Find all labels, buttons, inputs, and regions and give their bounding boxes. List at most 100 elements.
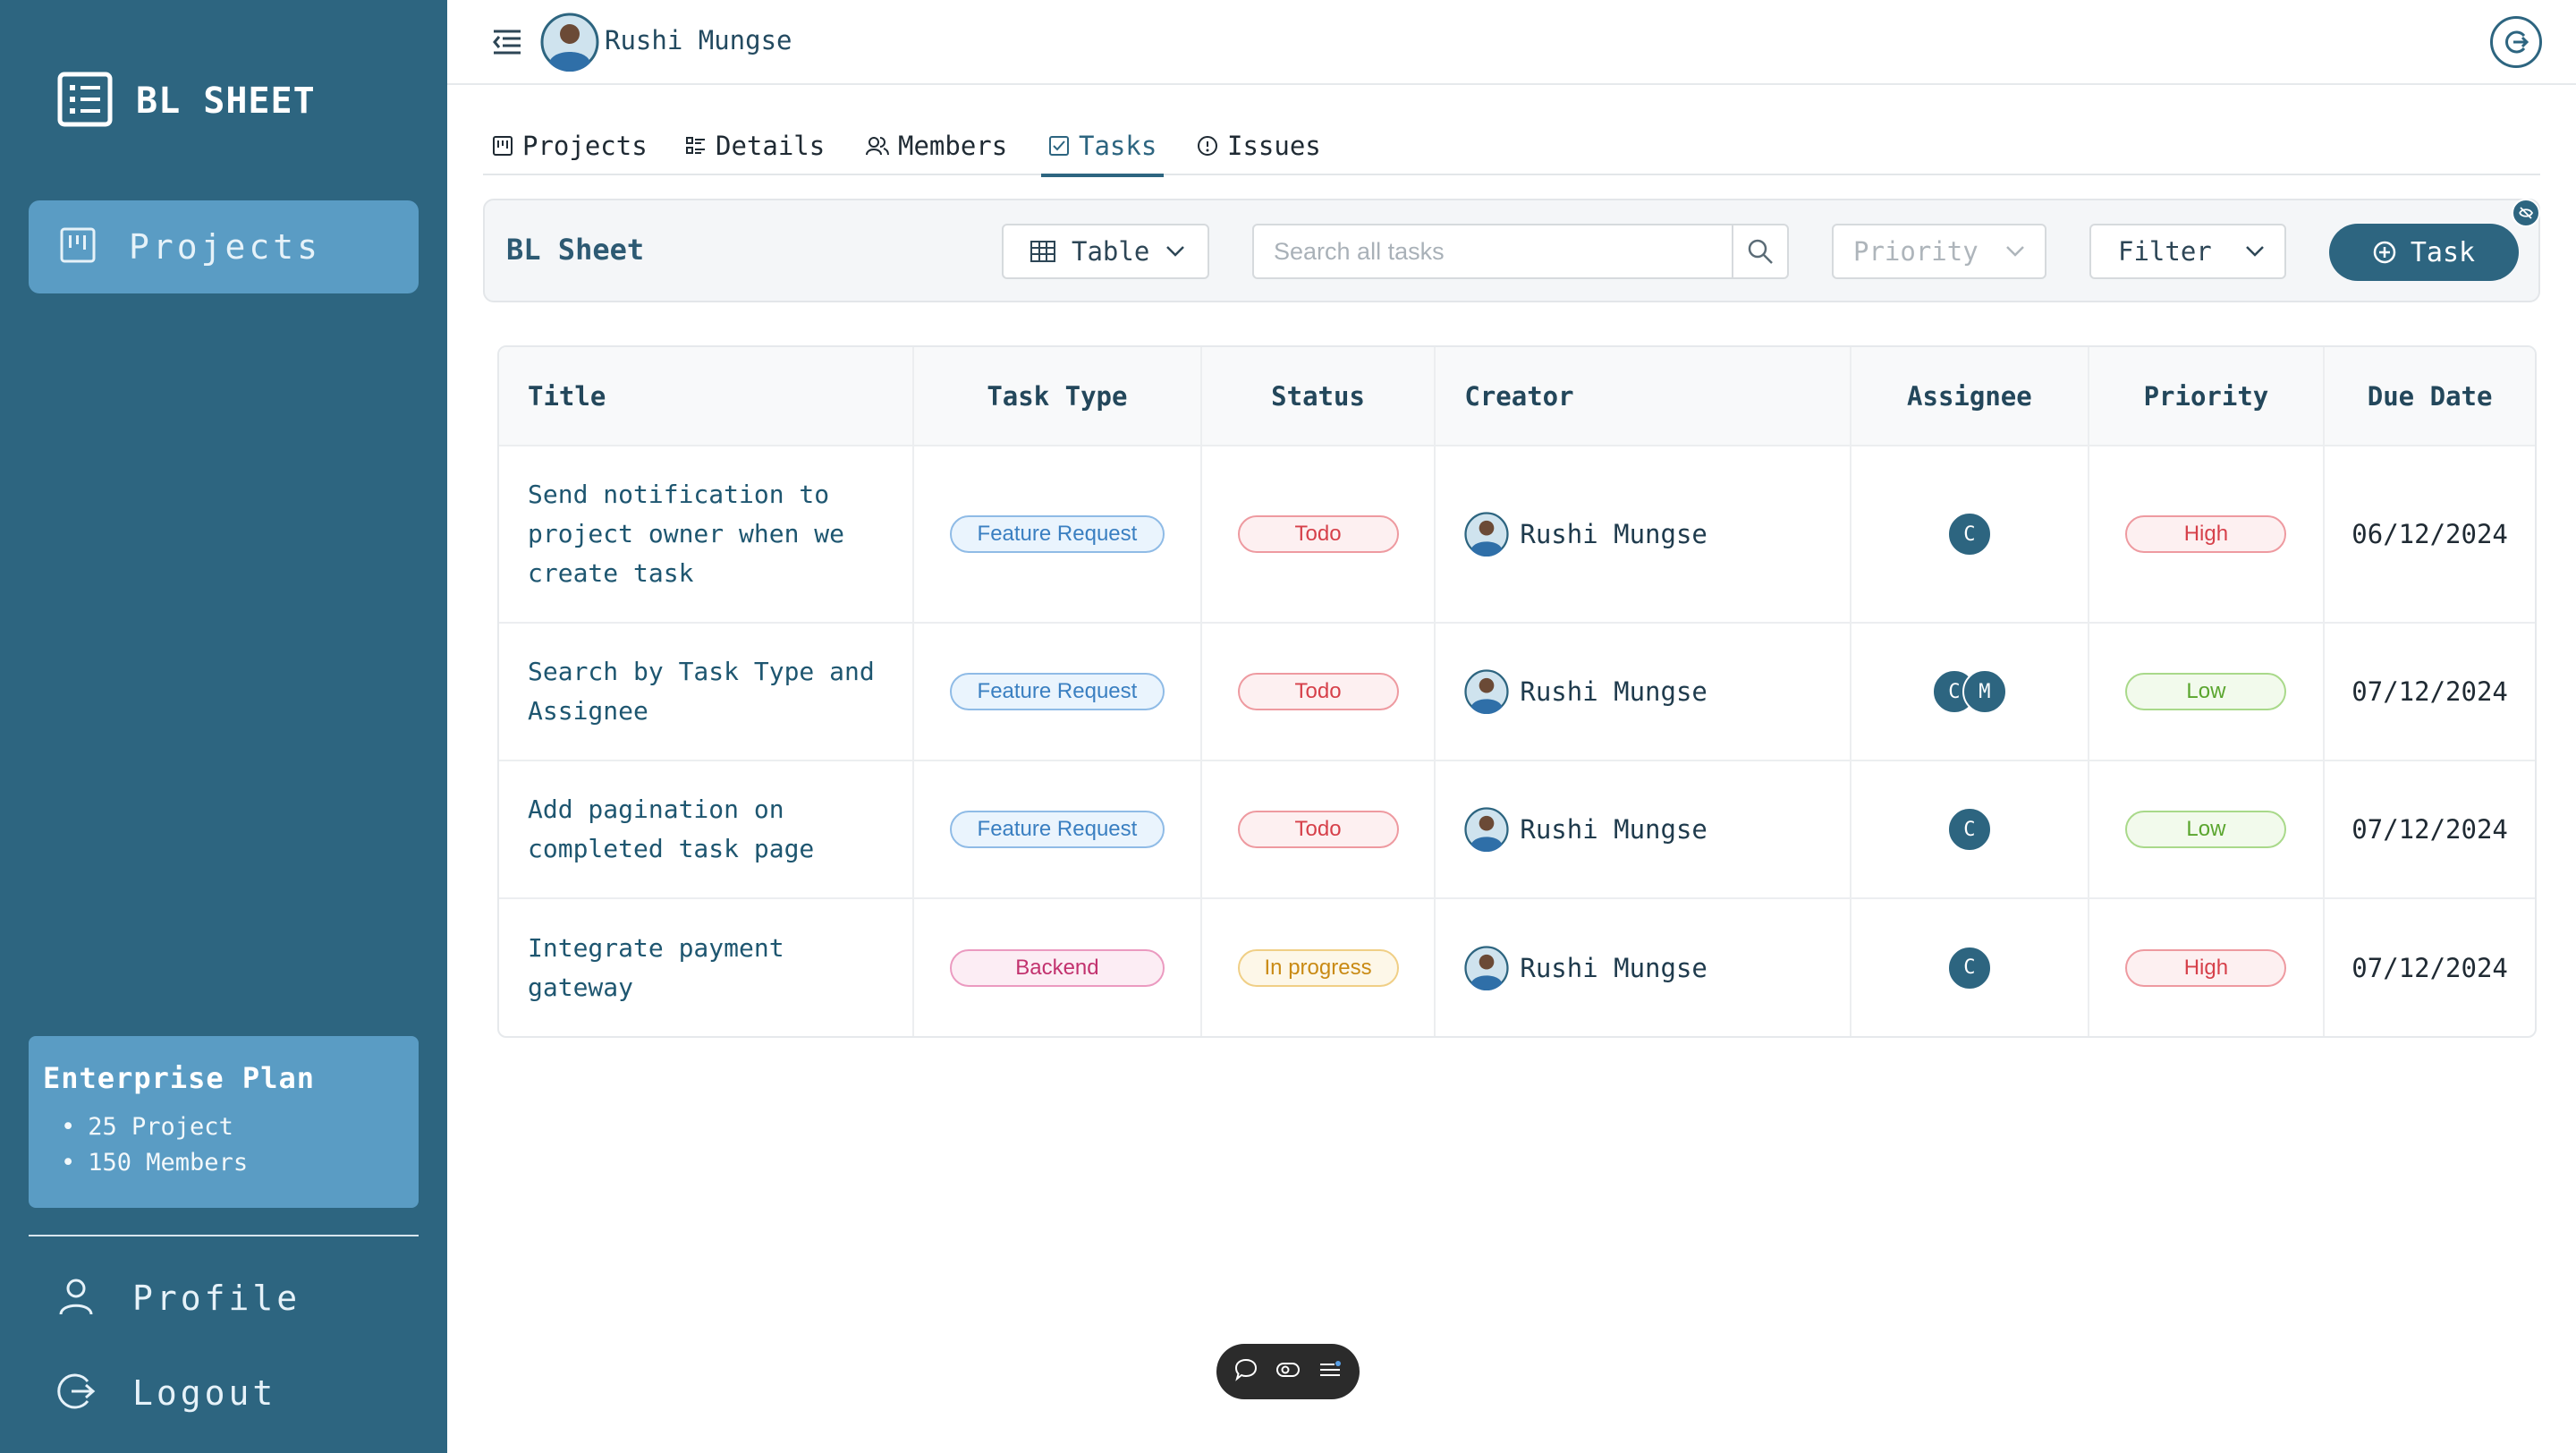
creator: Rushi Mungse [1436, 945, 1850, 990]
floating-toolbar [1216, 1344, 1360, 1399]
sidebar-item-projects[interactable]: Projects [29, 200, 419, 293]
chevron-down-icon [2246, 246, 2264, 257]
sidebar-item-profile[interactable]: Profile [55, 1276, 301, 1321]
members-icon [866, 137, 889, 156]
task-title[interactable]: Search by Task Type and Assignee [499, 622, 915, 760]
tab-issues[interactable]: Issues [1197, 125, 1321, 166]
creator-avatar [1464, 807, 1509, 852]
table-row[interactable]: Send notification to project owner when … [499, 445, 2535, 623]
task-title[interactable]: Add pagination on completed task page [499, 760, 915, 898]
table-header-row: Title Task Type Status Creator Assignee … [499, 347, 2535, 446]
tasks-table: Title Task Type Status Creator Assignee … [497, 345, 2537, 1038]
list-icon[interactable] [1318, 1357, 1343, 1386]
tab-label: Issues [1227, 131, 1321, 161]
tab-details[interactable]: Details [685, 125, 825, 166]
status-badge: Todo [1237, 811, 1399, 848]
brand: BL SHEET [57, 72, 316, 131]
details-icon [686, 137, 705, 154]
assignee-avatar[interactable]: C [1946, 807, 1992, 852]
creator-avatar [1464, 512, 1509, 557]
chevron-down-icon [1166, 246, 1185, 257]
creator-avatar [1464, 669, 1509, 714]
creator-avatar [1464, 945, 1509, 990]
creator-name: Rushi Mungse [1520, 952, 1707, 983]
tab-label: Details [716, 131, 826, 161]
logout-icon [55, 1371, 97, 1415]
sheet-logo-icon [57, 72, 113, 131]
view-select[interactable]: Table [1002, 224, 1209, 279]
brand-title: BL SHEET [136, 81, 316, 122]
logout-icon [2505, 30, 2529, 54]
plan-feature: 25 Project [61, 1109, 404, 1145]
column-header-creator: Creator [1435, 347, 1852, 446]
menu-collapse-icon[interactable] [490, 25, 524, 63]
logout-button[interactable] [2490, 16, 2542, 68]
priority-select[interactable]: Priority [1832, 224, 2046, 279]
add-task-button[interactable]: Task [2329, 224, 2519, 281]
table-row[interactable]: Add pagination on completed task page Fe… [499, 760, 2535, 898]
filter-select-label: Filter [2118, 236, 2212, 267]
sidebar-item-label: Logout [132, 1373, 277, 1413]
user-name: Rushi Mungse [605, 25, 792, 55]
task-type-badge: Backend [949, 948, 1165, 987]
search-button[interactable] [1732, 225, 1787, 277]
assignee-avatar[interactable]: C [1946, 945, 1992, 990]
task-toolbar: BL Sheet Table Priority Filter Task [483, 199, 2540, 302]
add-task-label: Task [2410, 236, 2476, 268]
plan-title: Enterprise Plan [43, 1061, 315, 1095]
plan-feature: 150 Members [61, 1145, 404, 1181]
due-date: 07/12/2024 [2324, 897, 2535, 1036]
plan-features: 25 Project 150 Members [43, 1109, 404, 1181]
tab-members[interactable]: Members [866, 125, 1007, 166]
tab-tasks[interactable]: Tasks [1040, 125, 1165, 177]
tab-projects[interactable]: Projects [492, 125, 648, 166]
status-badge: Todo [1237, 515, 1399, 553]
sidebar: BL SHEET Projects Enterprise Plan 25 Pro… [0, 0, 447, 1453]
status-badge: In progress [1237, 948, 1399, 987]
eye-off-icon [2519, 207, 2534, 219]
plus-circle-icon [2373, 241, 2396, 264]
column-header-task-type: Task Type [913, 347, 1202, 446]
creator: Rushi Mungse [1436, 669, 1850, 714]
assignee-avatar[interactable]: M [1962, 669, 2007, 714]
column-header-due-date: Due Date [2324, 347, 2535, 446]
hide-badge[interactable] [2512, 199, 2540, 227]
creator-name: Rushi Mungse [1520, 676, 1707, 707]
view-select-label: Table [1072, 236, 1150, 267]
plan-card: Enterprise Plan 25 Project 150 Members [29, 1036, 419, 1208]
comment-icon[interactable] [1233, 1357, 1258, 1386]
checkbox-icon [1049, 136, 1069, 156]
filter-select[interactable]: Filter [2089, 224, 2286, 279]
column-header-status: Status [1200, 347, 1436, 446]
priority-badge: High [2125, 948, 2287, 987]
topbar: Rushi Mungse [447, 0, 2576, 85]
toggle-icon[interactable] [1275, 1357, 1301, 1386]
table-row[interactable]: Search by Task Type and Assignee Feature… [499, 622, 2535, 760]
task-title[interactable]: Integrate payment gateway [499, 897, 915, 1036]
table-row[interactable]: Integrate payment gateway Backend In pro… [499, 897, 2535, 1036]
task-type-badge: Feature Request [949, 673, 1165, 710]
task-title[interactable]: Send notification to project owner when … [499, 445, 915, 623]
column-header-title: Title [499, 347, 915, 446]
status-badge: Todo [1237, 673, 1399, 710]
priority-badge: Low [2125, 811, 2287, 848]
search-box [1252, 224, 1789, 279]
task-type-badge: Feature Request [949, 811, 1165, 848]
tab-label: Tasks [1079, 131, 1157, 161]
priority-badge: Low [2125, 673, 2287, 710]
search-input[interactable] [1254, 225, 1732, 277]
user-avatar[interactable] [540, 13, 599, 75]
sidebar-item-logout[interactable]: Logout [55, 1371, 276, 1415]
due-date: 06/12/2024 [2324, 445, 2535, 623]
project-title: BL Sheet [506, 233, 645, 267]
column-header-priority: Priority [2088, 347, 2326, 446]
creator-name: Rushi Mungse [1520, 814, 1707, 845]
sidebar-item-label: Projects [129, 227, 322, 267]
tab-label: Members [898, 131, 1008, 161]
assignee-avatar[interactable]: C [1946, 512, 1992, 557]
user-icon [55, 1276, 97, 1321]
creator: Rushi Mungse [1436, 512, 1850, 557]
priority-select-label: Priority [1853, 236, 1979, 267]
chevron-down-icon [2006, 246, 2024, 257]
project-tabs: Projects Details Members Tasks Issues [483, 116, 2540, 177]
